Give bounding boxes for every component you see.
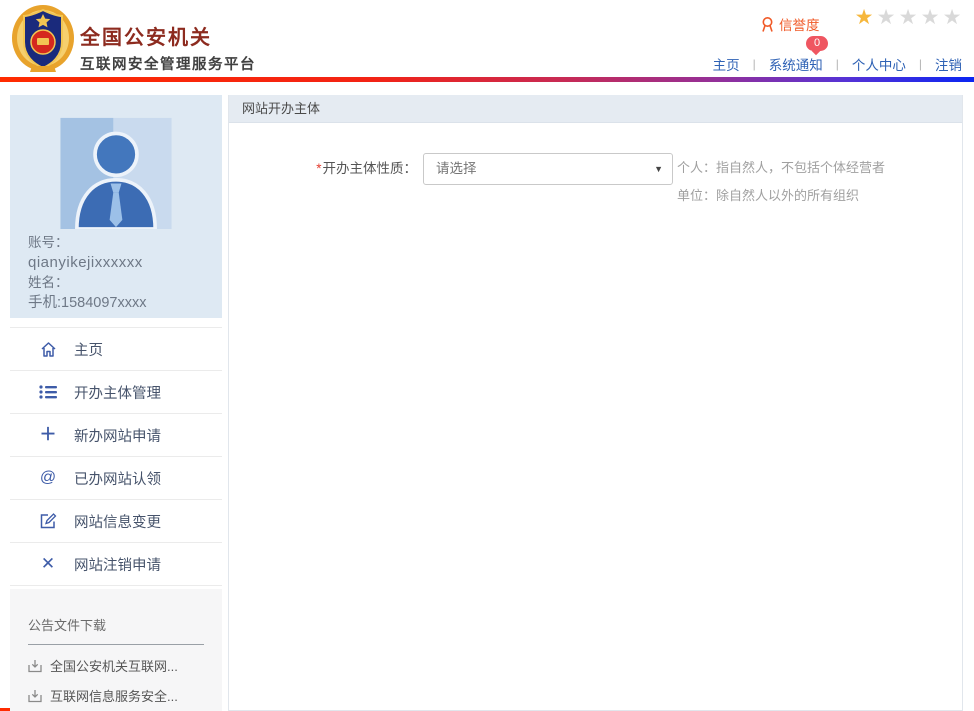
- required-asterisk: *: [316, 161, 321, 176]
- select-value: 请选择: [436, 161, 477, 176]
- sidebar-item-label: 已办网站认领: [74, 468, 161, 489]
- sidebar-item-label: 网站注销申请: [74, 554, 161, 575]
- platform-subtitle: 互联网安全管理服务平台: [80, 53, 256, 74]
- list-icon: [38, 382, 58, 402]
- sidebar-item-subject-management[interactable]: 开办主体管理: [10, 371, 222, 414]
- profile-info: 账号： qianyikejixxxxxx 姓名： 手机:1584097xxxx: [28, 233, 222, 313]
- download-item[interactable]: 互联网信息服务安全...: [28, 686, 222, 705]
- subject-nature-select[interactable]: 请选择 ▼: [423, 153, 673, 185]
- sidebar-item-claim-existing-website[interactable]: @ 已办网站认领: [10, 457, 222, 500]
- at-icon: @: [38, 468, 58, 488]
- top-header: 全国公安机关 互联网安全管理服务平台 信誉度 ★ ★ ★ ★ ★ 0 主页 | …: [0, 0, 974, 77]
- org-title: 全国公安机关: [80, 21, 256, 50]
- reputation: 信誉度: [760, 14, 820, 34]
- sidebar-item-website-cancellation[interactable]: ✕ 网站注销申请: [10, 543, 222, 586]
- sidebar-item-new-website-application[interactable]: ＋ 新办网站申请: [10, 414, 222, 457]
- sidebar-item-label: 网站信息变更: [74, 511, 161, 532]
- account-value: qianyikejixxxxxx: [28, 253, 222, 273]
- nav-personal-center-link[interactable]: 个人中心: [852, 54, 906, 74]
- panel-title: 网站开办主体: [229, 95, 962, 123]
- downloads-title: 公告文件下载: [10, 589, 222, 634]
- medal-icon: [760, 16, 775, 33]
- star-icon: ★: [941, 6, 963, 30]
- nav-logout-link[interactable]: 注销: [935, 54, 962, 74]
- sidebar-item-label: 主页: [74, 339, 103, 360]
- phone-line: 手机:1584097xxxx: [28, 293, 222, 313]
- download-icon: [28, 659, 42, 673]
- chevron-down-icon: ▼: [654, 154, 663, 184]
- rating-stars: ★ ★ ★ ★ ★: [853, 6, 963, 30]
- edit-icon: [38, 511, 58, 531]
- announcement-downloads: 公告文件下载 全国公安机关互联网... 互联网信息服务安全...: [10, 589, 222, 711]
- help-line-organization: 单位：除自然人以外的所有组织: [677, 182, 885, 210]
- name-label: 姓名：: [28, 273, 222, 293]
- star-icon: ★: [853, 6, 875, 30]
- star-icon: ★: [919, 6, 941, 30]
- sidebar-item-label: 新办网站申请: [74, 425, 161, 446]
- sidebar: 账号： qianyikejixxxxxx 姓名： 手机:1584097xxxx …: [10, 95, 222, 711]
- download-icon: [28, 689, 42, 703]
- sidebar-item-website-info-change[interactable]: 网站信息变更: [10, 500, 222, 543]
- page: 全国公安机关 互联网安全管理服务平台 信誉度 ★ ★ ★ ★ ★ 0 主页 | …: [0, 0, 974, 711]
- header-gradient-divider: [0, 77, 974, 82]
- sidebar-item-label: 开办主体管理: [74, 382, 161, 403]
- nav-home-link[interactable]: 主页: [713, 54, 740, 74]
- reputation-label: 信誉度: [779, 14, 820, 34]
- help-text: 个人：指自然人，不包括个体经营者 单位：除自然人以外的所有组织: [677, 154, 885, 210]
- star-icon: ★: [875, 6, 897, 30]
- main-panel: 网站开办主体 *开办主体性质： 请选择 ▼ 个人：指自然人，不包括个体经营者 单…: [228, 95, 963, 711]
- help-line-individual: 个人：指自然人，不包括个体经营者: [677, 154, 885, 182]
- download-item[interactable]: 全国公安机关互联网...: [28, 656, 222, 675]
- sidebar-item-home[interactable]: 主页: [10, 328, 222, 371]
- nav-separator: |: [919, 57, 922, 71]
- download-item-label: 全国公安机关互联网...: [50, 656, 178, 675]
- downloads-divider: [28, 644, 204, 645]
- user-profile-card: 账号： qianyikejixxxxxx 姓名： 手机:1584097xxxx: [10, 95, 222, 318]
- nav-system-notice-link[interactable]: 系统通知: [769, 54, 823, 74]
- notification-count-badge: 0: [806, 36, 828, 51]
- account-label: 账号：: [28, 233, 222, 253]
- download-item-label: 互联网信息服务安全...: [50, 686, 178, 705]
- subject-nature-label: *开办主体性质：: [229, 153, 417, 185]
- plus-icon: ＋: [38, 425, 58, 445]
- close-icon: ✕: [38, 554, 58, 574]
- home-icon: [38, 339, 58, 359]
- sidebar-menu: 主页 开办主体管理 ＋ 新办网站申请 @ 已办网站认领 网站信息变更: [10, 327, 222, 586]
- nav-separator: |: [836, 57, 839, 71]
- top-nav: 主页 | 系统通知 | 个人中心 | 注销: [713, 54, 962, 74]
- nav-separator: |: [753, 57, 756, 71]
- brand: 全国公安机关 互联网安全管理服务平台: [80, 21, 256, 74]
- star-icon: ★: [897, 6, 919, 30]
- avatar: [55, 95, 177, 229]
- police-badge-logo-icon: [10, 4, 76, 74]
